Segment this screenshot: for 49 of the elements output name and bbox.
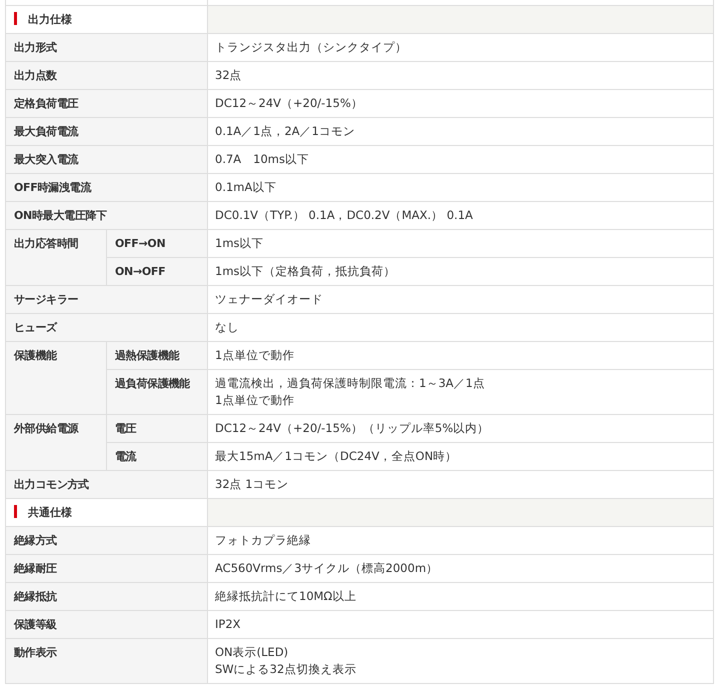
spec-sublabel: 過負荷保護機能 [106,370,208,414]
spec-value: 過電流検出，過負荷保護時制限電流：1～3A／1点 1点単位で動作 [208,370,714,414]
spec-value: 0.1A／1点，2A／1コモン [208,118,714,146]
spec-sublabel: 電流 [106,442,208,470]
spec-label: ヒューズ [6,314,208,342]
section-title: 共通仕様 [28,506,72,519]
spec-label: 保護等級 [6,610,208,638]
spec-label: 出力応答時間 [6,230,106,286]
spec-value: DC12～24V（+20/-15%）（リップル率5%以内） [208,414,714,442]
spec-value: なし [208,314,714,342]
spec-value: ツェナーダイオード [208,286,714,314]
spec-label: ON時最大電圧降下 [6,202,208,230]
spec-value: 1ms以下（定格負荷，抵抗負荷） [208,258,714,286]
spec-label: サージキラー [6,286,208,314]
spec-label: 最大突入電流 [6,146,208,174]
spec-sublabel: 過熱保護機能 [106,342,208,370]
spec-label: 出力コモン方式 [6,470,208,498]
spec-sublabel: ON→OFF [106,258,208,286]
spec-label: 外部供給電源 [6,414,106,470]
spec-label: 定格負荷電圧 [6,90,208,118]
spec-label: 出力形式 [6,34,208,62]
section-title: 出力仕様 [28,13,72,26]
spec-value: DC0.1V（TYP.） 0.1A，DC0.2V（MAX.） 0.1A [208,202,714,230]
spec-label: 最大負荷電流 [6,118,208,146]
spec-value: 1点単位で動作 [208,342,714,370]
spec-value: フォトカプラ絶縁 [208,526,714,554]
section-marker-icon [14,505,17,518]
spec-sublabel: 電圧 [106,414,208,442]
spec-label: OFF時漏洩電流 [6,174,208,202]
spec-label: 絶縁耐圧 [6,554,208,582]
spec-label: 絶縁方式 [6,526,208,554]
section-marker-icon [14,12,17,25]
spec-value: IP2X [208,610,714,638]
spec-value: ON表示(LED) SWによる32点切換え表示 [208,638,714,684]
spec-value: 絶縁抵抗計にて10MΩ以上 [208,582,714,610]
spec-label: 出力点数 [6,62,208,90]
spec-sublabel: OFF→ON [106,230,208,258]
spec-value: 32点 1コモン [208,470,714,498]
spec-value: AC560Vrms／3サイクル（標高2000m） [208,554,714,582]
spec-value: 1ms以下 [208,230,714,258]
spec-value: トランジスタ出力（シンクタイプ） [208,34,714,62]
spec-label: 動作表示 [6,638,208,684]
spec-value: 0.1mA以下 [208,174,714,202]
spec-value: 32点 [208,62,714,90]
spec-value: 最大15mA／1コモン（DC24V，全点ON時） [208,442,714,470]
spec-label: 保護機能 [6,342,106,414]
spec-label: 絶縁抵抗 [6,582,208,610]
spec-value: DC12～24V（+20/-15%） [208,90,714,118]
spec-value: 0.7A 10ms以下 [208,146,714,174]
